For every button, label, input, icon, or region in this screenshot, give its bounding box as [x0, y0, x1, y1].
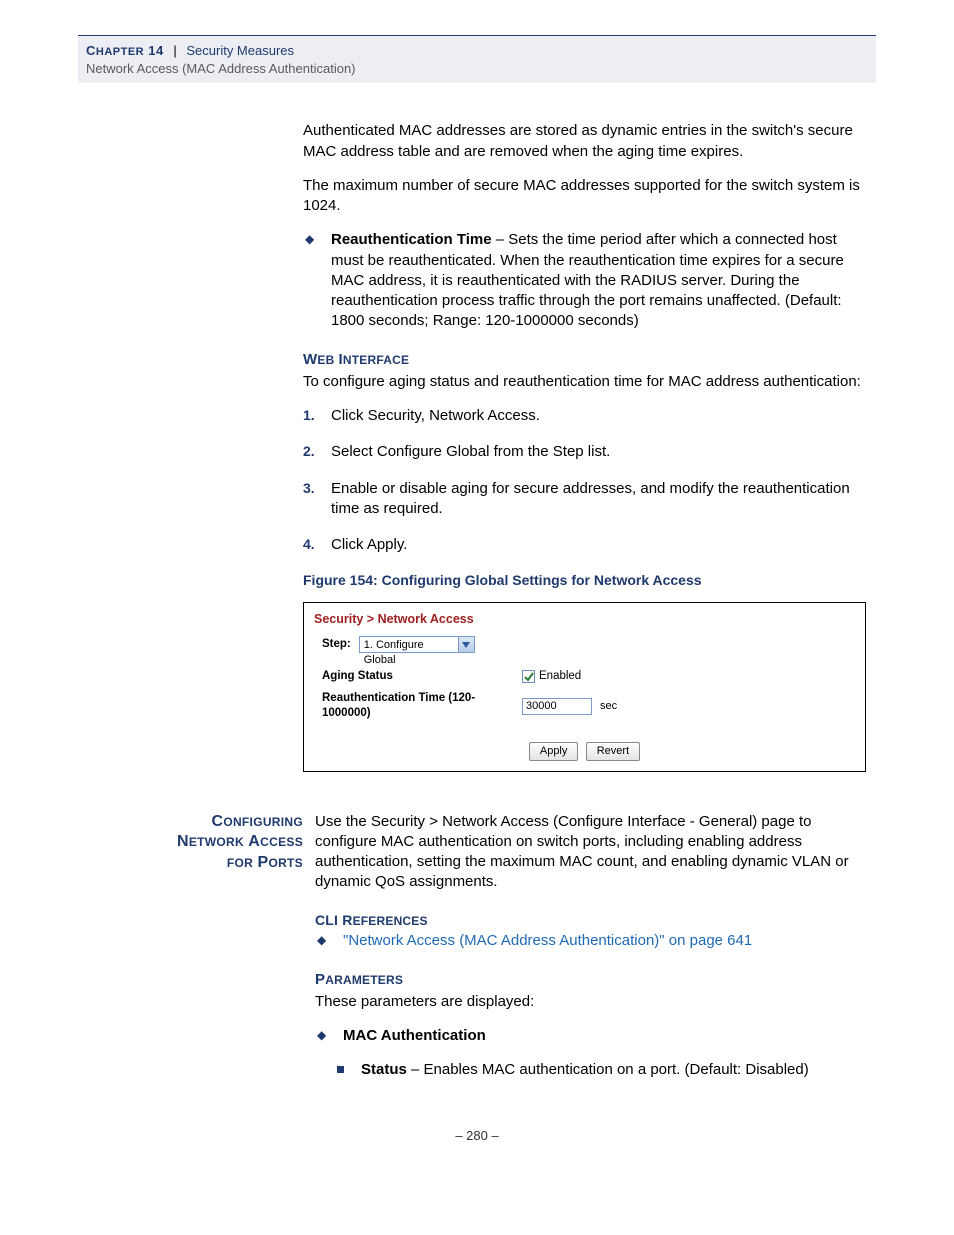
ports-section-heading: CONFIGURING NETWORK ACCESS FOR PORTS — [108, 812, 315, 874]
step-label: Step: — [322, 637, 351, 653]
figure-panel: Security > Network Access Step: 1. Confi… — [303, 602, 866, 771]
cli-reference-link[interactable]: "Network Access (MAC Address Authenticat… — [315, 931, 876, 951]
mac-auth-sublist: Status – Enables MAC authentication on a… — [315, 1060, 876, 1080]
step-select[interactable]: 1. Configure Global — [359, 636, 475, 653]
aging-status-label: Aging Status — [322, 669, 522, 685]
reauth-bullet-list: Reauthentication Time – Sets the time pe… — [303, 230, 866, 331]
parameters-intro: These parameters are displayed: — [315, 992, 876, 1012]
revert-button[interactable]: Revert — [586, 742, 640, 761]
mac-auth-bullet: MAC Authentication — [315, 1026, 876, 1046]
intro-paragraph-1: Authenticated MAC addresses are stored a… — [303, 121, 866, 162]
step-4: 4.Click Apply. — [303, 535, 866, 555]
cli-references-heading: CLI REFERENCES — [315, 911, 876, 930]
cli-references-list: "Network Access (MAC Address Authenticat… — [315, 931, 876, 951]
reauth-time-unit: sec — [600, 699, 617, 714]
enabled-label: Enabled — [539, 669, 581, 685]
reauth-time-label: Reauthentication Time (120-1000000) — [322, 691, 522, 722]
header-subtitle: Network Access (MAC Address Authenticati… — [86, 60, 876, 78]
step-3: 3.Enable or disable aging for secure add… — [303, 479, 866, 520]
apply-button[interactable]: Apply — [529, 742, 579, 761]
figure-breadcrumb: Security > Network Access — [304, 603, 865, 630]
parameters-heading: PARAMETERS — [315, 970, 876, 990]
status-bullet: Status – Enables MAC authentication on a… — [337, 1060, 876, 1080]
mac-auth-list: MAC Authentication — [315, 1026, 876, 1046]
web-interface-heading: WEB INTERFACE — [303, 350, 866, 370]
web-interface-intro: To configure aging status and reauthenti… — [303, 372, 866, 392]
chapter-title: Security Measures — [186, 43, 294, 58]
aging-status-row: Aging Status Enabled — [322, 669, 855, 685]
chevron-down-icon[interactable] — [459, 636, 475, 653]
aging-status-checkbox[interactable] — [522, 670, 535, 683]
step-1: 1.Click Security, Network Access. — [303, 406, 866, 426]
reauth-bullet: Reauthentication Time – Sets the time pe… — [303, 230, 866, 331]
step-select-value: 1. Configure Global — [359, 636, 459, 653]
ports-section-body: Use the Security > Network Access (Confi… — [315, 812, 876, 893]
page-number: – 280 – — [78, 1127, 876, 1145]
step-list: 1.Click Security, Network Access. 2.Sele… — [303, 406, 866, 555]
page-header: CHAPTER 14 | Security Measures Network A… — [78, 35, 876, 83]
reauth-time-input[interactable] — [522, 698, 592, 715]
reauth-time-row: Reauthentication Time (120-1000000) sec — [322, 691, 855, 722]
header-line-1: CHAPTER 14 | Security Measures — [86, 42, 876, 60]
step-2: 2.Select Configure Global from the Step … — [303, 442, 866, 462]
intro-paragraph-2: The maximum number of secure MAC address… — [303, 176, 866, 217]
figure-caption: Figure 154: Configuring Global Settings … — [303, 571, 866, 590]
